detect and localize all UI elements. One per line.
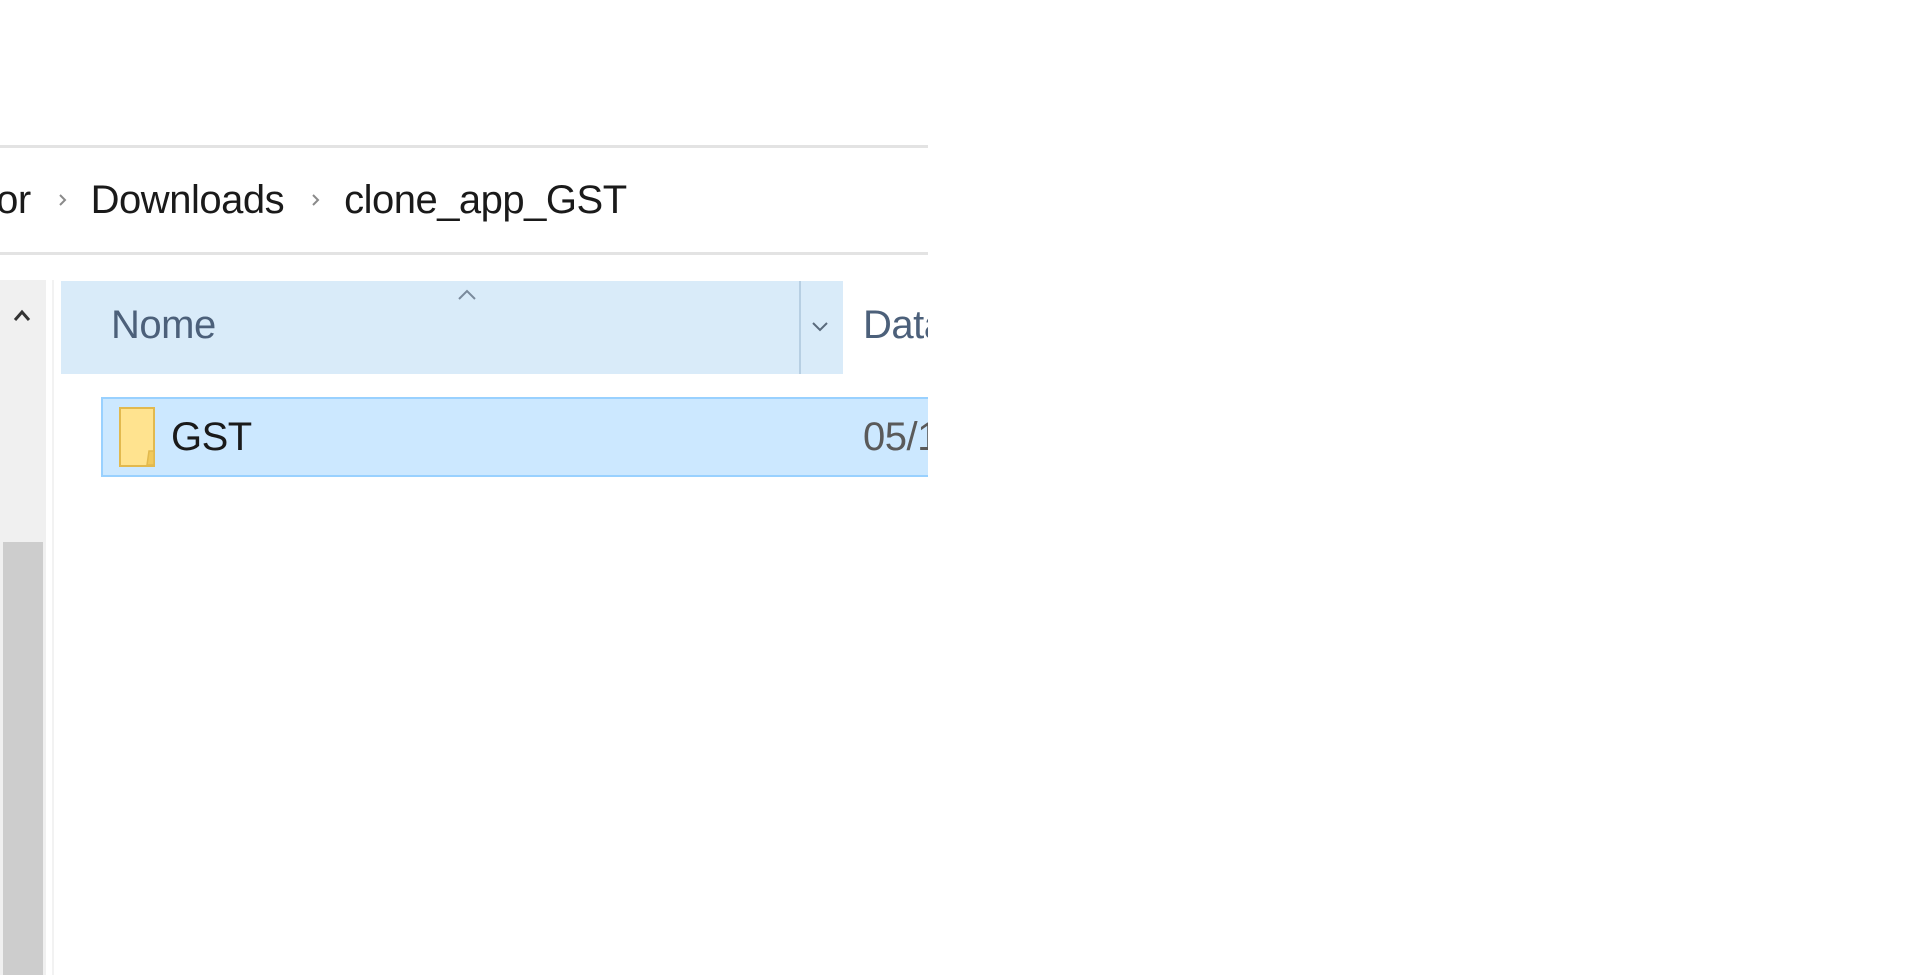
file-name: GST	[171, 415, 252, 459]
column-resize-handle[interactable]	[799, 281, 801, 374]
column-header-name[interactable]: Nome	[61, 281, 843, 374]
list-item[interactable]: GST 05/1	[101, 397, 928, 477]
chevron-down-icon[interactable]	[809, 319, 831, 335]
pane-divider[interactable]	[52, 280, 54, 975]
file-explorer-window: tador Downloads clone_app_GST	[0, 0, 928, 975]
chevron-right-icon[interactable]	[310, 194, 322, 206]
sort-ascending-icon	[453, 285, 481, 303]
column-header-name-label: Nome	[111, 303, 216, 347]
breadcrumb-item-downloads[interactable]: Downloads	[91, 178, 285, 223]
column-header-date[interactable]: Data	[863, 303, 928, 348]
divider	[0, 252, 928, 255]
breadcrumb-item-computer[interactable]: tador	[0, 178, 31, 223]
chevron-right-icon[interactable]	[57, 194, 69, 206]
folder-icon	[119, 407, 157, 467]
breadcrumb: tador Downloads clone_app_GST	[0, 176, 627, 224]
chevron-up-icon[interactable]	[8, 302, 36, 330]
navigation-pane-scrollbar[interactable]	[0, 280, 46, 975]
file-date: 05/1	[863, 415, 928, 459]
breadcrumb-item-clone-app-gst[interactable]: clone_app_GST	[344, 178, 627, 223]
address-bar[interactable]: tador Downloads clone_app_GST	[0, 148, 928, 252]
page: tador Downloads clone_app_GST	[0, 0, 1905, 975]
scrollbar-thumb[interactable]	[3, 542, 43, 975]
